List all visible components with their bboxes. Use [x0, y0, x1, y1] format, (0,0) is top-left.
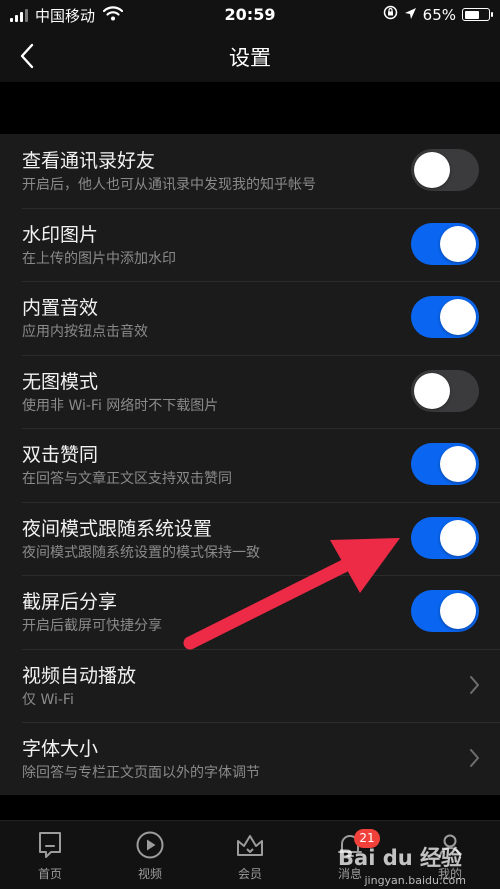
watermark-toggle[interactable]: [411, 222, 479, 265]
battery-percent: 65%: [422, 5, 456, 24]
chevron-left-icon: [20, 43, 34, 69]
setting-subtitle: 除回答与专栏正文页面以外的字体调节: [22, 765, 260, 781]
setting-row-double-tap[interactable]: 双击赞同 在回答与文章正文区支持双击赞同: [0, 428, 500, 502]
chevron-right-icon: [470, 749, 479, 767]
section-gap: [0, 82, 500, 134]
tab-home[interactable]: 首页: [0, 821, 100, 889]
battery-icon: [462, 8, 493, 21]
toggle-knob: [414, 372, 450, 409]
chevron-right-icon: [470, 675, 479, 694]
no-image-toggle[interactable]: [411, 369, 479, 412]
setting-row-font-size[interactable]: 字体大小 除回答与专栏正文页面以外的字体调节: [0, 722, 500, 796]
setting-row-night-mode[interactable]: 夜间模式跟随系统设置 夜间模式跟随系统设置的模式保持一致: [0, 501, 500, 576]
setting-subtitle: 应用内按钮点击音效: [22, 324, 148, 340]
setting-row-screenshot-share[interactable]: 截屏后分享 开启后截屏可快捷分享: [0, 575, 500, 649]
night-mode-toggle[interactable]: [411, 516, 479, 559]
tab-label: 会员: [237, 867, 262, 881]
setting-row-sound[interactable]: 内置音效 应用内按钮点击音效: [0, 281, 500, 355]
tab-video[interactable]: 视频: [100, 821, 200, 889]
double-tap-toggle[interactable]: [411, 443, 479, 485]
contacts-toggle[interactable]: [411, 149, 479, 191]
setting-subtitle: 开启后，他人也可从通讯录中发现我的知乎帐号: [22, 177, 316, 193]
setting-title: 无图模式: [22, 370, 99, 393]
play-icon: [136, 831, 164, 859]
setting-row-no-image[interactable]: 无图模式 使用非 Wi-Fi 网络时不下载图片: [0, 354, 500, 429]
rotation-lock-icon: [383, 5, 398, 24]
crown-icon: [237, 835, 263, 856]
signal-icon: [10, 9, 28, 22]
setting-title: 内置音效: [22, 297, 99, 319]
setting-subtitle: 在回答与文章正文区支持双击赞同: [22, 471, 232, 487]
toggle-knob: [440, 593, 476, 629]
status-left: 中国移动: [10, 5, 124, 26]
setting-subtitle: 使用非 Wi-Fi 网络时不下载图片: [22, 397, 219, 414]
home-icon: [39, 832, 61, 858]
setting-row-contacts[interactable]: 查看通讯录好友 开启后，他人也可从通讯录中发现我的知乎帐号: [0, 134, 500, 208]
setting-title: 查看通讯录好友: [22, 150, 156, 172]
location-icon: [404, 6, 417, 24]
settings-list: 查看通讯录好友 开启后，他人也可从通讯录中发现我的知乎帐号 水印图片 在上传的图…: [0, 134, 500, 796]
watermark-brand: Bai du 经验: [338, 846, 462, 870]
status-right: 65%: [383, 5, 493, 24]
toggle-knob: [414, 152, 450, 188]
status-bar: 中国移动 20:59 65%: [0, 0, 500, 30]
section-gap: [0, 795, 500, 820]
setting-subtitle: 在上传的图片中添加水印: [22, 250, 176, 267]
toggle-knob: [440, 225, 476, 262]
setting-title: 截屏后分享: [22, 591, 118, 613]
battery-fill: [464, 10, 480, 19]
tab-label: 首页: [37, 867, 62, 881]
setting-subtitle: 开启后截屏可快捷分享: [22, 618, 162, 634]
carrier-label: 中国移动: [35, 7, 96, 25]
toggle-knob: [440, 299, 476, 335]
setting-subtitle: 仅 Wi-Fi: [22, 691, 74, 708]
nav-bar: 设置: [0, 30, 500, 82]
watermark-url: jingyan.baidu.com: [364, 874, 466, 887]
sound-toggle[interactable]: [411, 296, 479, 338]
setting-row-video-autoplay[interactable]: 视频自动播放 仅 Wi-Fi: [0, 648, 500, 723]
tab-vip[interactable]: 会员: [200, 821, 300, 889]
toggle-knob: [440, 446, 476, 482]
setting-title: 字体大小: [22, 738, 99, 760]
setting-title: 夜间模式跟随系统设置: [22, 517, 213, 540]
setting-title: 双击赞同: [22, 444, 99, 466]
setting-row-watermark[interactable]: 水印图片 在上传的图片中添加水印: [0, 207, 500, 282]
screenshot-share-toggle[interactable]: [411, 590, 479, 632]
tab-label: 视频: [137, 867, 162, 881]
setting-title: 水印图片: [22, 223, 99, 246]
toggle-knob: [440, 519, 476, 556]
page-title: 设置: [229, 46, 271, 70]
setting-subtitle: 夜间模式跟随系统设置的模式保持一致: [22, 544, 260, 561]
back-button[interactable]: [12, 38, 42, 74]
wifi-icon: [102, 6, 124, 25]
setting-title: 视频自动播放: [22, 664, 137, 687]
